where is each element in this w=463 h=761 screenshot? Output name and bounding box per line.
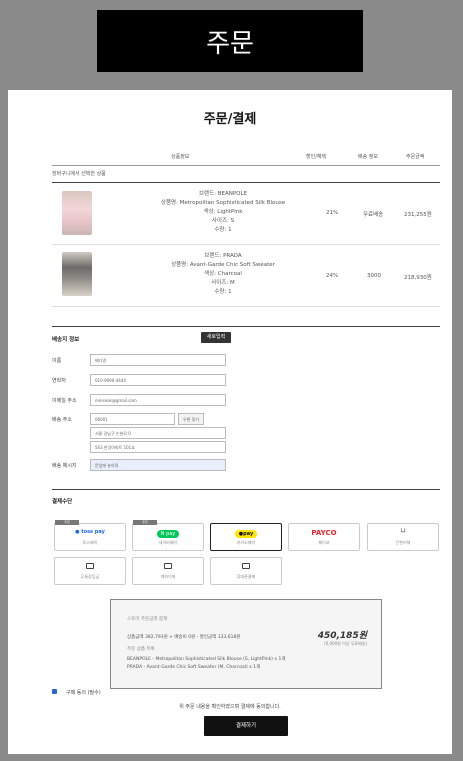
agree-label: 구매 동의 (필수) (66, 690, 101, 696)
col-header-shipping: 배송 정보 (358, 154, 378, 160)
payment-title: 결제수단 (52, 499, 73, 505)
zipcode-search-button[interactable]: 우편 찾기 (178, 413, 204, 425)
product-brand: 브랜드: BEANPOLE (198, 191, 248, 197)
shipping-title: 배송지 정보 (52, 337, 80, 343)
order-sheet: 주문/결제 상품정보 할인/혜택 배송 정보 주문금액 장바구니에서 선택한 상… (8, 90, 452, 754)
product-name: 상품명: Metropolitan Sophisticated Silk Blo… (160, 200, 286, 206)
address-line2-input[interactable]: 563 한강아파트 101호 (90, 441, 226, 453)
pay-method-mobile[interactable]: 휴대폰결제 (210, 557, 282, 585)
phone-label: 연락처 (52, 378, 66, 384)
pay-method-name: 계좌이체 (160, 574, 176, 579)
cart-label: 장바구니에서 선택한 상품 (52, 171, 106, 177)
address-line1-input[interactable]: 서울 강남구 논현로 0 (90, 427, 226, 439)
page-title: 주문/결제 (203, 112, 257, 127)
memo-input[interactable]: 문앞에 놓아줘 (90, 459, 226, 471)
product-image[interactable] (62, 252, 92, 296)
product-color: 색상: Charcoal (204, 271, 242, 277)
divider (52, 306, 440, 307)
pay-method-bank-deposit[interactable]: 무통장입금 (54, 557, 126, 585)
col-header-product: 상품정보 (171, 154, 190, 160)
naverpay-logo-icon: N pay (133, 529, 203, 538)
product-image[interactable] (62, 191, 92, 235)
product-shipping: 무료배송 (363, 212, 384, 218)
pay-method-account-transfer[interactable]: 계좌이체 (132, 557, 204, 585)
card-icon (211, 563, 281, 571)
pay-method-toss[interactable]: 추천 ● toss pay 토스페이 (54, 520, 126, 551)
product-shipping: 3000 (367, 273, 381, 279)
payco-logo-icon: PAYCO (311, 529, 337, 537)
divider (52, 489, 440, 490)
email-label: 이메일 주소 (52, 398, 77, 404)
product-price: 218,930원 (404, 275, 432, 281)
easy-transfer-icon: └┘ (399, 529, 407, 536)
col-header-price: 주문금액 (406, 154, 425, 160)
product-qty: 수량: 1 (214, 289, 232, 295)
email-input[interactable]: minseok@gmail.com (90, 394, 226, 406)
phone-input[interactable]: 010-9090-4444 (90, 374, 226, 386)
card-icon (55, 563, 125, 571)
pay-method-name: 페이코 (318, 540, 330, 545)
product-discount: 24% (326, 273, 339, 279)
recommend-badge: 추천 (133, 520, 157, 525)
pay-method-name: 카카오페이 (236, 540, 256, 545)
card-icon (133, 563, 203, 571)
pay-method-naver[interactable]: 추천 N pay 네이버페이 (132, 520, 204, 551)
memo-label: 배송 메시지 (52, 463, 77, 469)
zipcode-input[interactable]: 06001 (90, 413, 175, 425)
summary-heading: 스토어 주문금액 합계 (127, 617, 168, 622)
toss-logo-icon: ● toss pay (75, 529, 105, 535)
pay-method-name: 무통장입금 (80, 574, 100, 579)
pay-method-name: 간편이체 (395, 540, 411, 545)
product-info: 브랜드: BEANPOLE 상품명: Metropolitan Sophisti… (128, 190, 318, 235)
col-header-discount: 할인/혜택 (306, 154, 327, 160)
pay-method-name: 네이버페이 (158, 540, 178, 545)
address-label: 배송 주소 (52, 417, 72, 423)
pay-method-payco[interactable]: PAYCO 페이코 (288, 523, 360, 551)
header-title: 주문 (206, 28, 254, 59)
divider (52, 165, 440, 166)
order-notice: 위 주문 내용을 확인하였으며 결제에 동의합니다. (179, 704, 281, 710)
divider (52, 244, 440, 245)
summary-total: 450,185원 (317, 631, 367, 641)
header-bar: 주문 (97, 10, 363, 72)
name-label: 이름 (52, 358, 62, 364)
product-size: 사이즈: M (211, 280, 235, 286)
product-name: 상품명: Avant-Garde Chic Soft Sweater (171, 262, 275, 268)
recommend-badge: 추천 (55, 520, 79, 525)
summary-note: (0,000원 이상 무료배송) (324, 641, 367, 646)
kakaopay-logo-icon: ●pay (211, 529, 281, 538)
pay-method-kakao[interactable]: ●pay 카카오페이 (210, 523, 282, 551)
divider (52, 326, 440, 327)
product-brand: 브랜드: PRADA (204, 253, 242, 259)
pay-method-name: 휴대폰결제 (236, 574, 256, 579)
new-address-button[interactable]: 새로입력 (201, 332, 231, 343)
divider (52, 182, 440, 183)
product-qty: 수량: 1 (214, 227, 232, 233)
pay-method-name: 토스페이 (82, 540, 98, 545)
order-summary: 스토어 주문금액 합계 상품금액 382,793원 + 배송비 0원 - 할인금… (110, 599, 382, 689)
pay-button[interactable]: 결제하기 (204, 716, 288, 736)
summary-list-heading: 주문 상품 목록 (127, 647, 155, 652)
product-price: 231,255원 (404, 212, 432, 218)
name-input[interactable]: 배다영 (90, 354, 226, 366)
product-color: 색상: LightPink (203, 209, 243, 215)
pay-method-easy-transfer[interactable]: └┘ 간편이체 (367, 523, 439, 551)
product-discount: 21% (326, 210, 339, 216)
product-size: 사이즈: S (211, 218, 235, 224)
summary-item: PRADA - Avant-Garde Chic Soft Sweater (M… (127, 665, 261, 670)
summary-breakdown: 상품금액 382,793원 + 배송비 0원 - 할인금액 133,618원 (127, 635, 241, 640)
summary-item: BEANPOLE - Metropolitan Sophisticated Si… (127, 657, 286, 662)
product-info: 브랜드: PRADA 상품명: Avant-Garde Chic Soft Sw… (128, 252, 318, 297)
agree-checkbox[interactable] (52, 689, 57, 694)
